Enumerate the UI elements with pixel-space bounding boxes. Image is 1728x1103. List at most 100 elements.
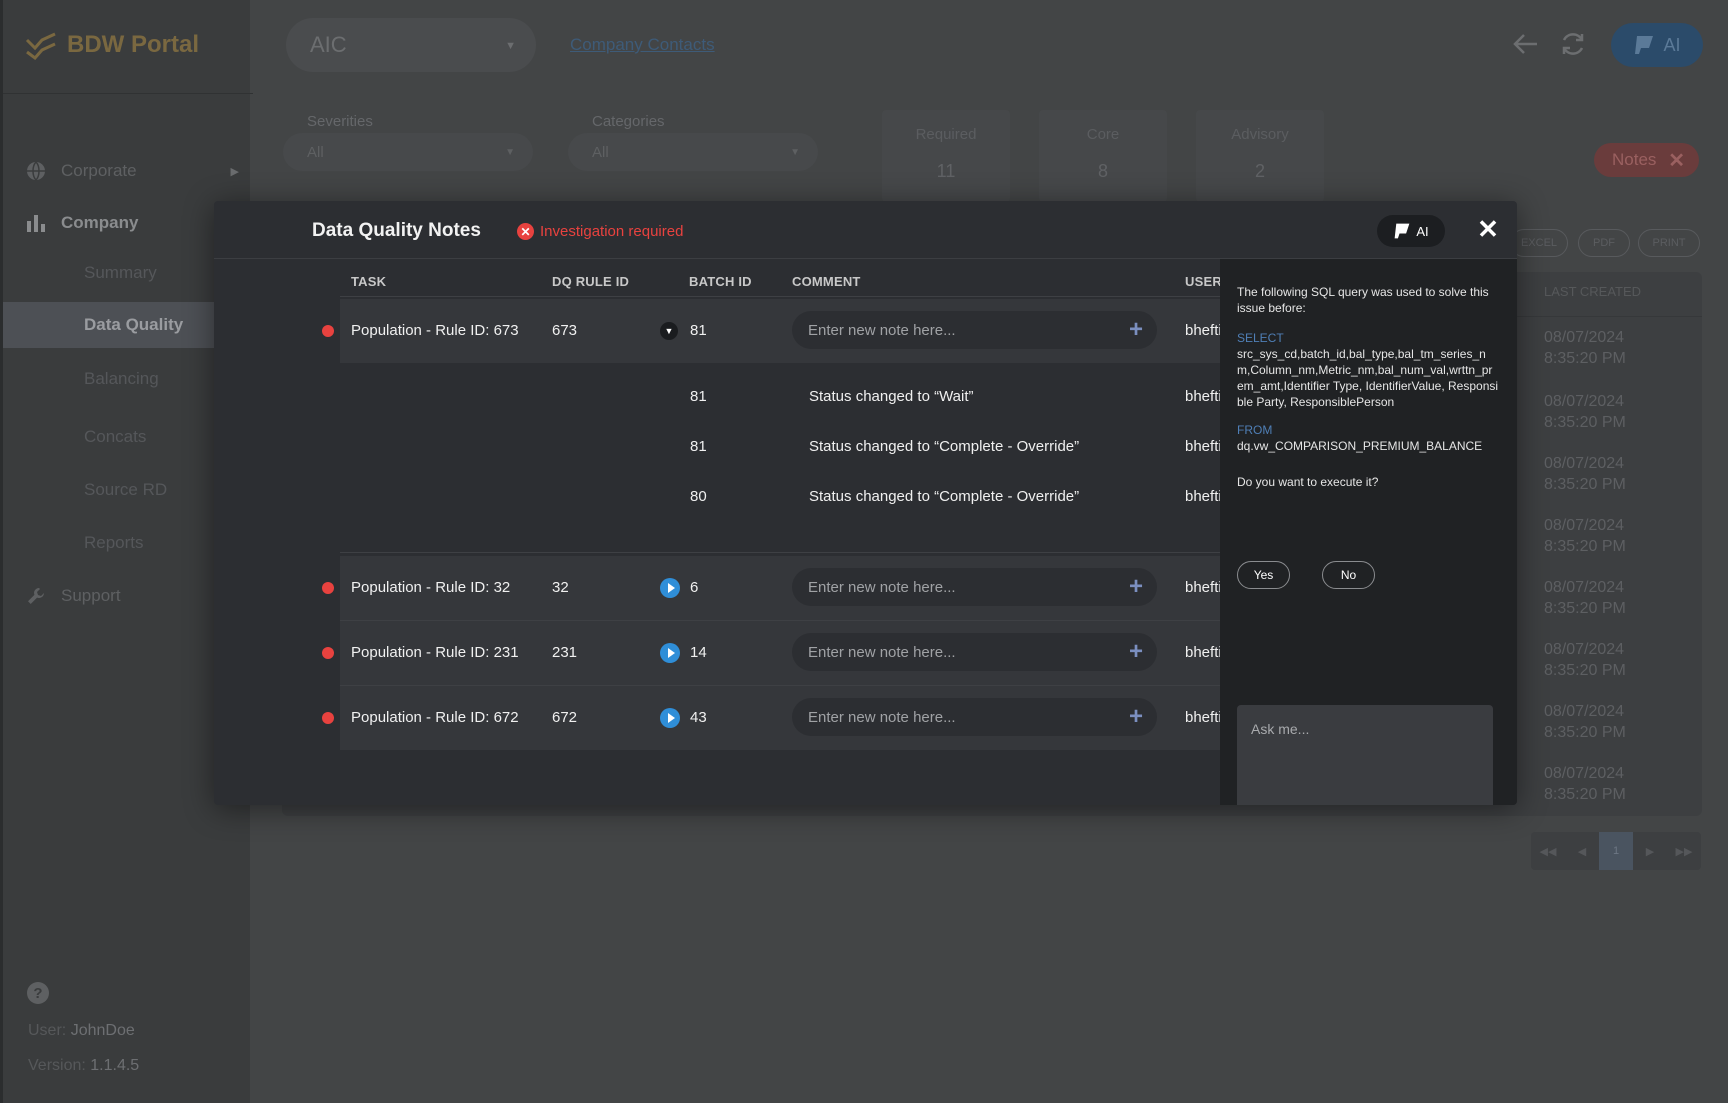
first-page-icon[interactable]: ◀◀ [1531,845,1565,858]
add-note-icon[interactable]: + [1129,638,1143,666]
ask-input[interactable]: Ask me... [1237,705,1493,805]
back-arrow-icon[interactable] [1510,28,1542,60]
table-cell-last-created: 08/07/2024 8:35:20 PM [1544,765,1626,803]
data-quality-notes-modal: Data Quality Notes ✕ Investigation requi… [214,201,1517,805]
ai-button-top[interactable]: AI [1611,23,1703,67]
version-info: Version: 1.1.4.5 [28,1057,139,1075]
sidebar-divider [3,93,253,94]
user-cell: bhefti [1185,709,1222,726]
chevron-down-icon: ▼ [790,147,800,158]
wrench-icon [25,585,47,607]
close-modal-icon[interactable]: ✕ [1474,214,1502,244]
next-page-icon[interactable]: ▶ [1633,845,1667,858]
stat-label: Required [915,126,977,143]
add-note-icon[interactable]: + [1129,316,1143,344]
close-icon[interactable]: ✕ [1668,148,1685,173]
expand-row-icon[interactable] [660,643,680,663]
ai-logo-icon [1635,36,1654,54]
table-cell-last-created: 08/07/2024 8:35:20 PM [1544,455,1626,493]
expand-row-icon[interactable] [660,578,680,598]
ai-question: Do you want to execute it? [1237,475,1379,489]
note-input[interactable]: Enter new note here... + [792,698,1157,736]
prev-page-icon[interactable]: ◀ [1565,845,1599,858]
chevron-down-icon: ▼ [505,147,515,158]
history-comment: Status changed to “Wait” [809,388,974,405]
user-cell: bhefti [1185,579,1222,596]
export-pdf-button[interactable]: PDF [1578,229,1630,257]
company-select[interactable]: AIC ▼ [286,18,536,72]
batch-cell: 43 [690,709,707,726]
status-text: Investigation required [540,223,684,240]
categories-value: All [592,143,609,161]
company-contacts-link[interactable]: Company Contacts [570,35,715,55]
categories-select[interactable]: All ▼ [568,133,818,171]
page-number-button[interactable]: 1 [1599,832,1633,870]
app-logo[interactable]: BDW Portal [25,30,199,60]
sql-from-table: dq.vw_COMPARISON_PREMIUM_BALANCE [1237,439,1483,453]
pagination: ◀◀ ◀ 1 ▶ ▶▶ [1531,832,1701,870]
user-name: JohnDoe [70,1022,135,1039]
ai-button-label: AI [1416,223,1429,239]
history-user: bhefti [1185,388,1222,405]
severities-select[interactable]: All ▼ [283,133,533,171]
column-header-batch: BATCH ID [689,274,752,289]
sidebar-item-label: Company [61,213,139,232]
history-batch: 81 [690,438,707,455]
history-batch: 80 [690,488,707,505]
severity-dot [322,325,334,337]
table-cell-last-created: 08/07/2024 8:35:20 PM [1544,393,1626,431]
add-note-icon[interactable]: + [1129,703,1143,731]
batch-cell: 14 [690,644,707,661]
severity-dot [322,647,334,659]
ai-assistant-panel: The following SQL query was used to solv… [1220,259,1517,805]
note-input[interactable]: Enter new note here... + [792,311,1157,349]
expand-row-icon[interactable] [660,708,680,728]
globe-icon [25,160,47,182]
history-user: bhefti [1185,438,1222,455]
sql-keyword-select: SELECT [1237,331,1284,345]
stat-advisory[interactable]: Advisory 2 [1196,110,1324,202]
sidebar-item-label: Corporate [61,161,137,180]
error-icon: ✕ [517,223,534,240]
collapse-row-icon[interactable]: ▼ [660,322,678,340]
no-button[interactable]: No [1322,561,1375,589]
task-cell: Population - Rule ID: 673 [351,322,519,339]
column-header-user: USER [1185,274,1222,289]
chevron-down-icon: ▼ [505,40,516,52]
help-icon[interactable]: ? [27,982,49,1004]
table-cell-last-created: 08/07/2024 8:35:20 PM [1544,703,1626,741]
ai-intro-text: The following SQL query was used to solv… [1237,285,1489,315]
add-note-icon[interactable]: + [1129,573,1143,601]
table-cell-last-created: 08/07/2024 8:35:20 PM [1544,641,1626,679]
note-input[interactable]: Enter new note here... + [792,568,1157,606]
task-cell: Population - Rule ID: 32 [351,579,511,596]
severities-value: All [307,143,324,161]
row-divider [1505,316,1702,317]
caret-right-icon: ▶ [230,165,239,178]
ai-button[interactable]: AI [1377,215,1445,247]
export-excel-button[interactable]: EXCEL [1510,229,1568,257]
yes-button[interactable]: Yes [1237,561,1290,589]
refresh-icon[interactable] [1557,28,1589,60]
stat-required[interactable]: Required 11 [882,110,1010,202]
severities-label: Severities [307,113,373,130]
history-comment: Status changed to “Complete - Override” [809,488,1080,505]
notes-filter-chip[interactable]: Notes ✕ [1594,143,1699,177]
note-input[interactable]: Enter new note here... + [792,633,1157,671]
categories-label: Categories [592,113,665,130]
stat-value: 2 [1254,161,1265,181]
bar-chart-icon [25,212,47,234]
stat-label: Advisory [1231,126,1289,143]
stat-label: Core [1086,126,1120,143]
user-info: User: JohnDoe [28,1022,135,1040]
user-label: User: [28,1022,67,1039]
column-header-last-created: LAST CREATED [1544,284,1642,299]
stat-core[interactable]: Core 8 [1039,110,1167,202]
severity-dot [322,712,334,724]
print-button[interactable]: PRINT [1638,229,1700,257]
last-page-icon[interactable]: ▶▶ [1667,845,1701,858]
version-label: Version: [28,1057,86,1074]
version-value: 1.1.4.5 [90,1057,140,1074]
modal-title: Data Quality Notes [312,220,481,241]
sidebar-item-corporate[interactable]: Corporate ▶ [3,146,253,196]
